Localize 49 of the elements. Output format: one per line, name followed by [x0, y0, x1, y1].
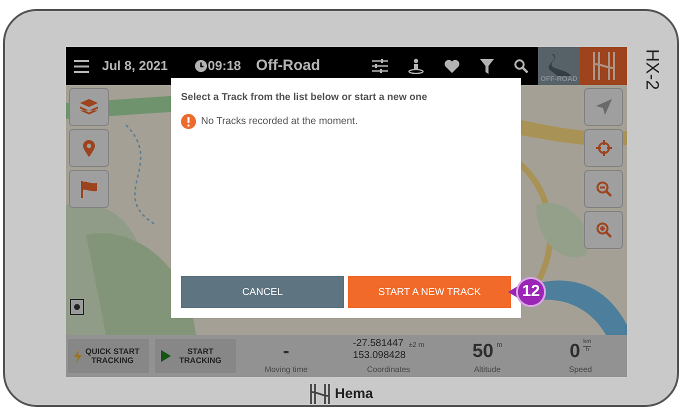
zoom-in-button[interactable] — [584, 211, 623, 249]
tracking-button[interactable]: QUICK START TRACKING — [68, 339, 149, 373]
pin-button[interactable] — [69, 129, 109, 167]
zoom-out-button[interactable] — [584, 170, 623, 208]
heart-icon[interactable] — [444, 59, 460, 73]
stat-label: Moving time — [264, 364, 308, 376]
empty-message: No Tracks recorded at the moment. — [201, 115, 358, 129]
mode-title: Off-Road — [256, 56, 320, 76]
crosshair-icon — [596, 140, 612, 156]
target-icon — [74, 304, 80, 310]
menu-icon[interactable] — [74, 60, 89, 72]
flag-button[interactable] — [69, 170, 109, 208]
location-pin-icon — [83, 140, 95, 156]
layers-icon — [80, 99, 98, 115]
lightning-icon — [74, 350, 82, 362]
brand-name: Hema — [334, 384, 374, 403]
search-icon[interactable] — [514, 59, 528, 73]
start-track-button[interactable]: START A NEW TRACK — [348, 276, 511, 308]
stat-label: Altitude — [474, 364, 501, 376]
navigation-arrow-icon — [596, 99, 612, 115]
zoom-out-icon — [596, 181, 612, 197]
navigate-button[interactable] — [584, 88, 623, 126]
coordinate-value: 153.098428 — [352, 350, 406, 362]
stat-value: 50 — [472, 340, 494, 364]
clock-icon — [194, 60, 207, 72]
brand-tile[interactable] — [580, 47, 627, 85]
stat-value: - — [282, 340, 290, 364]
stat-label: Speed — [568, 364, 592, 376]
tracking-button[interactable]: START TRACKING — [154, 339, 236, 373]
stat-label: Coordinates — [367, 364, 410, 376]
filter-icon[interactable] — [480, 58, 494, 74]
locate-button[interactable] — [584, 129, 623, 167]
logo-icon — [590, 52, 616, 80]
brand-logo-icon — [308, 384, 331, 404]
zoom-in-icon — [596, 222, 612, 238]
flag-icon — [81, 180, 97, 198]
warning-icon — [181, 114, 196, 129]
sliders-icon[interactable] — [372, 59, 388, 73]
cancel-button[interactable]: CANCEL — [181, 276, 344, 308]
person-icon[interactable] — [408, 58, 424, 74]
model-label: HX-2 — [642, 49, 664, 90]
compass-button[interactable] — [70, 299, 84, 315]
stat-value: 0 — [570, 340, 580, 364]
date-text: Jul 8, 2021 — [102, 57, 168, 76]
coordinate-value: -27.581447 — [352, 338, 404, 350]
layers-button[interactable] — [69, 88, 109, 126]
time-text: 09:18 — [208, 57, 242, 76]
dialog-title: Select a Track from the list below or start a new one — [181, 91, 428, 105]
play-icon — [160, 350, 171, 362]
